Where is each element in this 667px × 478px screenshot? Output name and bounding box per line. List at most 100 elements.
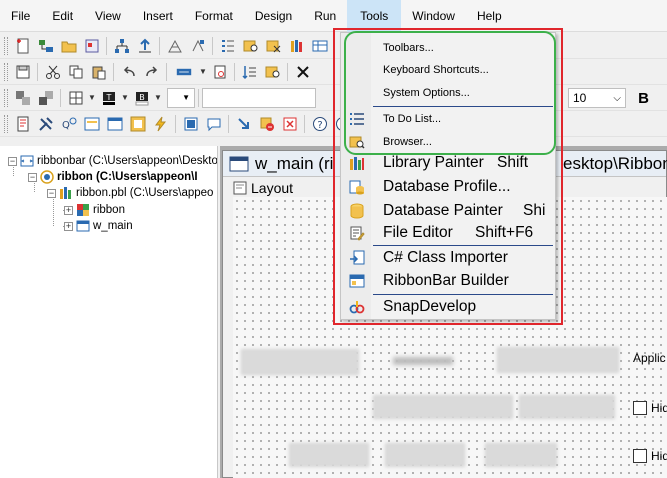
structure-icon[interactable] [180, 114, 201, 134]
size-icon[interactable] [187, 36, 208, 56]
font-name-combo[interactable] [202, 87, 316, 108]
expand-toggle[interactable]: + [64, 221, 73, 231]
svg-text:T: T [105, 93, 111, 102]
font-size-combo[interactable]: 10 ⌵ [568, 88, 626, 108]
layer-icon[interactable] [12, 88, 33, 108]
list-icon[interactable] [217, 36, 238, 56]
toolbar-separator [106, 36, 107, 55]
collapse-toggle[interactable]: − [47, 188, 56, 198]
copy-icon[interactable] [65, 62, 86, 82]
toolbar-grip[interactable] [4, 114, 8, 133]
target-icon [40, 170, 54, 184]
chevron-down-icon[interactable]: ▼ [153, 93, 163, 102]
close-window-icon[interactable] [279, 114, 300, 134]
open-icon[interactable] [58, 36, 79, 56]
window-object-icon[interactable] [104, 114, 125, 134]
align-icon[interactable] [164, 36, 185, 56]
menu-file[interactable]: File [0, 0, 41, 32]
blurred-button[interactable] [241, 349, 359, 375]
border-style-combo[interactable]: ▼ [167, 87, 195, 108]
text-color-icon[interactable]: T [98, 88, 119, 108]
tools-icon[interactable] [35, 114, 56, 134]
lightning-icon[interactable] [150, 114, 171, 134]
tree-node-application[interactable]: + ribbon [64, 202, 125, 218]
chevron-down-icon[interactable]: ▼ [87, 93, 97, 102]
blurred-button[interactable] [385, 443, 465, 467]
table-icon[interactable] [309, 36, 330, 56]
menu-format[interactable]: Format [184, 0, 244, 32]
datawindow-icon[interactable] [81, 114, 102, 134]
no-entry-icon[interactable] [256, 114, 277, 134]
chevron-down-icon: ⌵ [613, 92, 621, 104]
hide-checkbox-2[interactable] [633, 449, 647, 463]
hide-label-1: Hid [651, 401, 667, 415]
chevron-down-icon[interactable]: ▼ [198, 67, 208, 76]
layer-back-icon[interactable] [35, 88, 56, 108]
blurred-button[interactable] [373, 395, 513, 419]
layout-tab[interactable]: Layout [233, 179, 293, 197]
toolbar-grip[interactable] [4, 62, 8, 81]
collapse-toggle[interactable]: − [28, 172, 37, 182]
find-icon[interactable] [240, 36, 261, 56]
window-icon [229, 155, 249, 173]
expand-toggle[interactable]: + [64, 205, 73, 215]
menu-run[interactable]: Run [303, 0, 347, 32]
toolbar-grip[interactable] [4, 88, 8, 107]
save-icon[interactable] [12, 62, 33, 82]
tab-order-icon[interactable] [239, 62, 260, 82]
query-icon[interactable]: Q [58, 114, 79, 134]
menu-design[interactable]: Design [244, 0, 303, 32]
toolbar-separator [175, 114, 176, 133]
undo-icon[interactable] [118, 62, 139, 82]
find-object-icon[interactable] [262, 62, 283, 82]
menu-view[interactable]: View [84, 0, 132, 32]
toolbar-separator [60, 88, 61, 107]
layout-icon [233, 181, 247, 195]
preview-icon[interactable] [209, 62, 230, 82]
new-icon[interactable] [12, 36, 33, 56]
cut-icon[interactable] [42, 62, 63, 82]
hierarchy-icon[interactable] [111, 36, 132, 56]
tree-node-label: w_main [93, 220, 133, 232]
tree-node-workspace[interactable]: − ribbonbar (C:\Users\appeon\Deskto [8, 153, 217, 169]
workspace-icon [20, 154, 34, 168]
menu-help[interactable]: Help [466, 0, 513, 32]
inherit-icon[interactable] [35, 36, 56, 56]
menu-tools[interactable]: Tools [347, 0, 402, 32]
paste-icon[interactable] [88, 62, 109, 82]
command-button-icon[interactable] [171, 62, 197, 82]
toolbar-separator [304, 114, 305, 133]
background-color-icon[interactable]: B [131, 88, 152, 108]
grid-icon[interactable] [65, 88, 86, 108]
window-title-tail: esktop\Ribbon [563, 153, 667, 173]
menu-edit[interactable]: Edit [41, 0, 84, 32]
delete-icon[interactable] [292, 62, 313, 82]
tree-node-label: ribbon.pbl (C:\Users\appeo [76, 187, 214, 199]
blurred-button[interactable] [289, 443, 369, 467]
toolbar-separator [166, 62, 167, 81]
script-icon[interactable] [12, 114, 33, 134]
tree-node-target[interactable]: − ribbon (C:\Users\appeon\I [28, 169, 198, 185]
redo-icon[interactable] [141, 62, 162, 82]
toolbar-separator [113, 62, 114, 81]
import-icon[interactable] [233, 114, 254, 134]
menu-insert[interactable]: Insert [132, 0, 184, 32]
tree-node-window[interactable]: + w_main [64, 218, 133, 234]
menu-window[interactable]: Window [401, 0, 466, 32]
object-icon[interactable] [81, 36, 102, 56]
message-icon[interactable] [203, 114, 224, 134]
toolbar-grip[interactable] [4, 36, 8, 55]
cut-object-icon[interactable] [263, 36, 284, 56]
library-icon[interactable] [286, 36, 307, 56]
tree-node-library[interactable]: − ribbon.pbl (C:\Users\appeo [47, 185, 213, 201]
menu-object-icon[interactable] [127, 114, 148, 134]
blurred-button[interactable] [519, 395, 615, 419]
help-icon[interactable]: ? [309, 114, 330, 134]
chevron-down-icon[interactable]: ▼ [120, 93, 130, 102]
hide-checkbox-1[interactable] [633, 401, 647, 415]
bold-button[interactable]: B [633, 88, 654, 108]
blurred-button[interactable] [485, 443, 557, 467]
deploy-icon[interactable] [134, 36, 155, 56]
blurred-dropdown[interactable] [497, 347, 619, 373]
collapse-toggle[interactable]: − [8, 156, 17, 166]
